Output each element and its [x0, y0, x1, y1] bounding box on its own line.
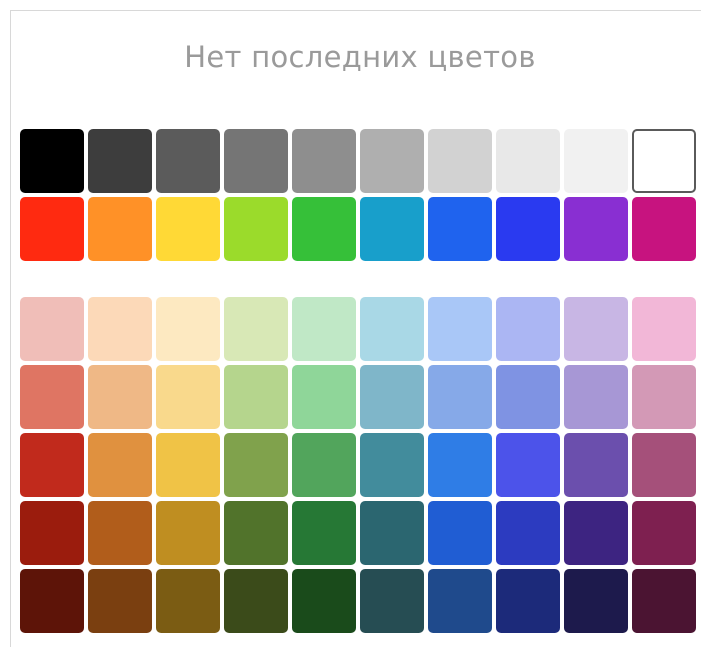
palette-color-swatch-5-1[interactable] — [20, 569, 84, 633]
basic-colors-grid — [20, 129, 696, 261]
palette-color-swatch-1-2[interactable] — [88, 297, 152, 361]
basic-color-swatch-1-3[interactable] — [156, 129, 220, 193]
palette-color-swatch-5-6[interactable] — [360, 569, 424, 633]
palette-color-swatch-5-7[interactable] — [428, 569, 492, 633]
palette-color-swatch-2-2[interactable] — [88, 365, 152, 429]
palette-color-swatch-4-1[interactable] — [20, 501, 84, 565]
palette-color-swatch-2-10[interactable] — [632, 365, 696, 429]
palette-color-swatch-2-1[interactable] — [20, 365, 84, 429]
palette-color-swatch-3-7[interactable] — [428, 433, 492, 497]
palette-color-swatch-1-4[interactable] — [224, 297, 288, 361]
palette-color-swatch-4-3[interactable] — [156, 501, 220, 565]
palette-color-swatch-4-10[interactable] — [632, 501, 696, 565]
palette-color-swatch-2-5[interactable] — [292, 365, 356, 429]
palette-color-swatch-3-4[interactable] — [224, 433, 288, 497]
palette-color-swatch-3-5[interactable] — [292, 433, 356, 497]
basic-color-swatch-1-2[interactable] — [88, 129, 152, 193]
palette-color-swatch-1-9[interactable] — [564, 297, 628, 361]
palette-color-swatch-3-6[interactable] — [360, 433, 424, 497]
palette-color-swatch-5-8[interactable] — [496, 569, 560, 633]
palette-color-swatch-5-3[interactable] — [156, 569, 220, 633]
palette-color-swatch-3-8[interactable] — [496, 433, 560, 497]
basic-color-swatch-1-1[interactable] — [20, 129, 84, 193]
palette-color-swatch-4-6[interactable] — [360, 501, 424, 565]
basic-color-swatch-1-5[interactable] — [292, 129, 356, 193]
basic-color-swatch-2-3[interactable] — [156, 197, 220, 261]
palette-color-swatch-4-2[interactable] — [88, 501, 152, 565]
palette-color-swatch-4-7[interactable] — [428, 501, 492, 565]
palette-color-swatch-4-9[interactable] — [564, 501, 628, 565]
palette-color-swatch-2-8[interactable] — [496, 365, 560, 429]
basic-color-swatch-2-9[interactable] — [564, 197, 628, 261]
palette-color-swatch-3-3[interactable] — [156, 433, 220, 497]
basic-color-swatch-2-1[interactable] — [20, 197, 84, 261]
palette-color-swatch-2-7[interactable] — [428, 365, 492, 429]
palette-color-swatch-3-10[interactable] — [632, 433, 696, 497]
palette-color-swatch-4-8[interactable] — [496, 501, 560, 565]
palette-color-swatch-1-5[interactable] — [292, 297, 356, 361]
palette-color-swatch-3-1[interactable] — [20, 433, 84, 497]
palette-color-swatch-5-5[interactable] — [292, 569, 356, 633]
basic-color-swatch-1-4[interactable] — [224, 129, 288, 193]
basic-color-swatch-2-5[interactable] — [292, 197, 356, 261]
palette-color-swatch-5-9[interactable] — [564, 569, 628, 633]
palette-color-swatch-3-2[interactable] — [88, 433, 152, 497]
basic-color-swatch-1-9[interactable] — [564, 129, 628, 193]
palette-color-swatch-4-4[interactable] — [224, 501, 288, 565]
palette-color-swatch-1-6[interactable] — [360, 297, 424, 361]
palette-color-swatch-2-4[interactable] — [224, 365, 288, 429]
basic-color-swatch-2-4[interactable] — [224, 197, 288, 261]
basic-color-swatch-2-10[interactable] — [632, 197, 696, 261]
palette-color-swatch-2-9[interactable] — [564, 365, 628, 429]
no-recent-colors-label: Нет последних цветов — [184, 40, 536, 74]
palette-colors-grid — [20, 297, 696, 633]
palette-color-swatch-1-7[interactable] — [428, 297, 492, 361]
palette-color-swatch-5-10[interactable] — [632, 569, 696, 633]
palette-color-swatch-1-3[interactable] — [156, 297, 220, 361]
basic-color-swatch-1-7[interactable] — [428, 129, 492, 193]
basic-color-swatch-1-10[interactable] — [632, 129, 696, 193]
basic-color-swatch-2-8[interactable] — [496, 197, 560, 261]
palette-color-swatch-1-8[interactable] — [496, 297, 560, 361]
palette-color-swatch-1-1[interactable] — [20, 297, 84, 361]
palette-color-swatch-2-3[interactable] — [156, 365, 220, 429]
basic-color-swatch-2-6[interactable] — [360, 197, 424, 261]
basic-color-swatch-1-6[interactable] — [360, 129, 424, 193]
basic-color-swatch-1-8[interactable] — [496, 129, 560, 193]
palette-color-swatch-3-9[interactable] — [564, 433, 628, 497]
palette-color-swatch-5-4[interactable] — [224, 569, 288, 633]
palette-color-swatch-4-5[interactable] — [292, 501, 356, 565]
basic-color-swatch-2-2[interactable] — [88, 197, 152, 261]
basic-color-swatch-2-7[interactable] — [428, 197, 492, 261]
palette-color-swatch-1-10[interactable] — [632, 297, 696, 361]
palette-color-swatch-2-6[interactable] — [360, 365, 424, 429]
palette-color-swatch-5-2[interactable] — [88, 569, 152, 633]
